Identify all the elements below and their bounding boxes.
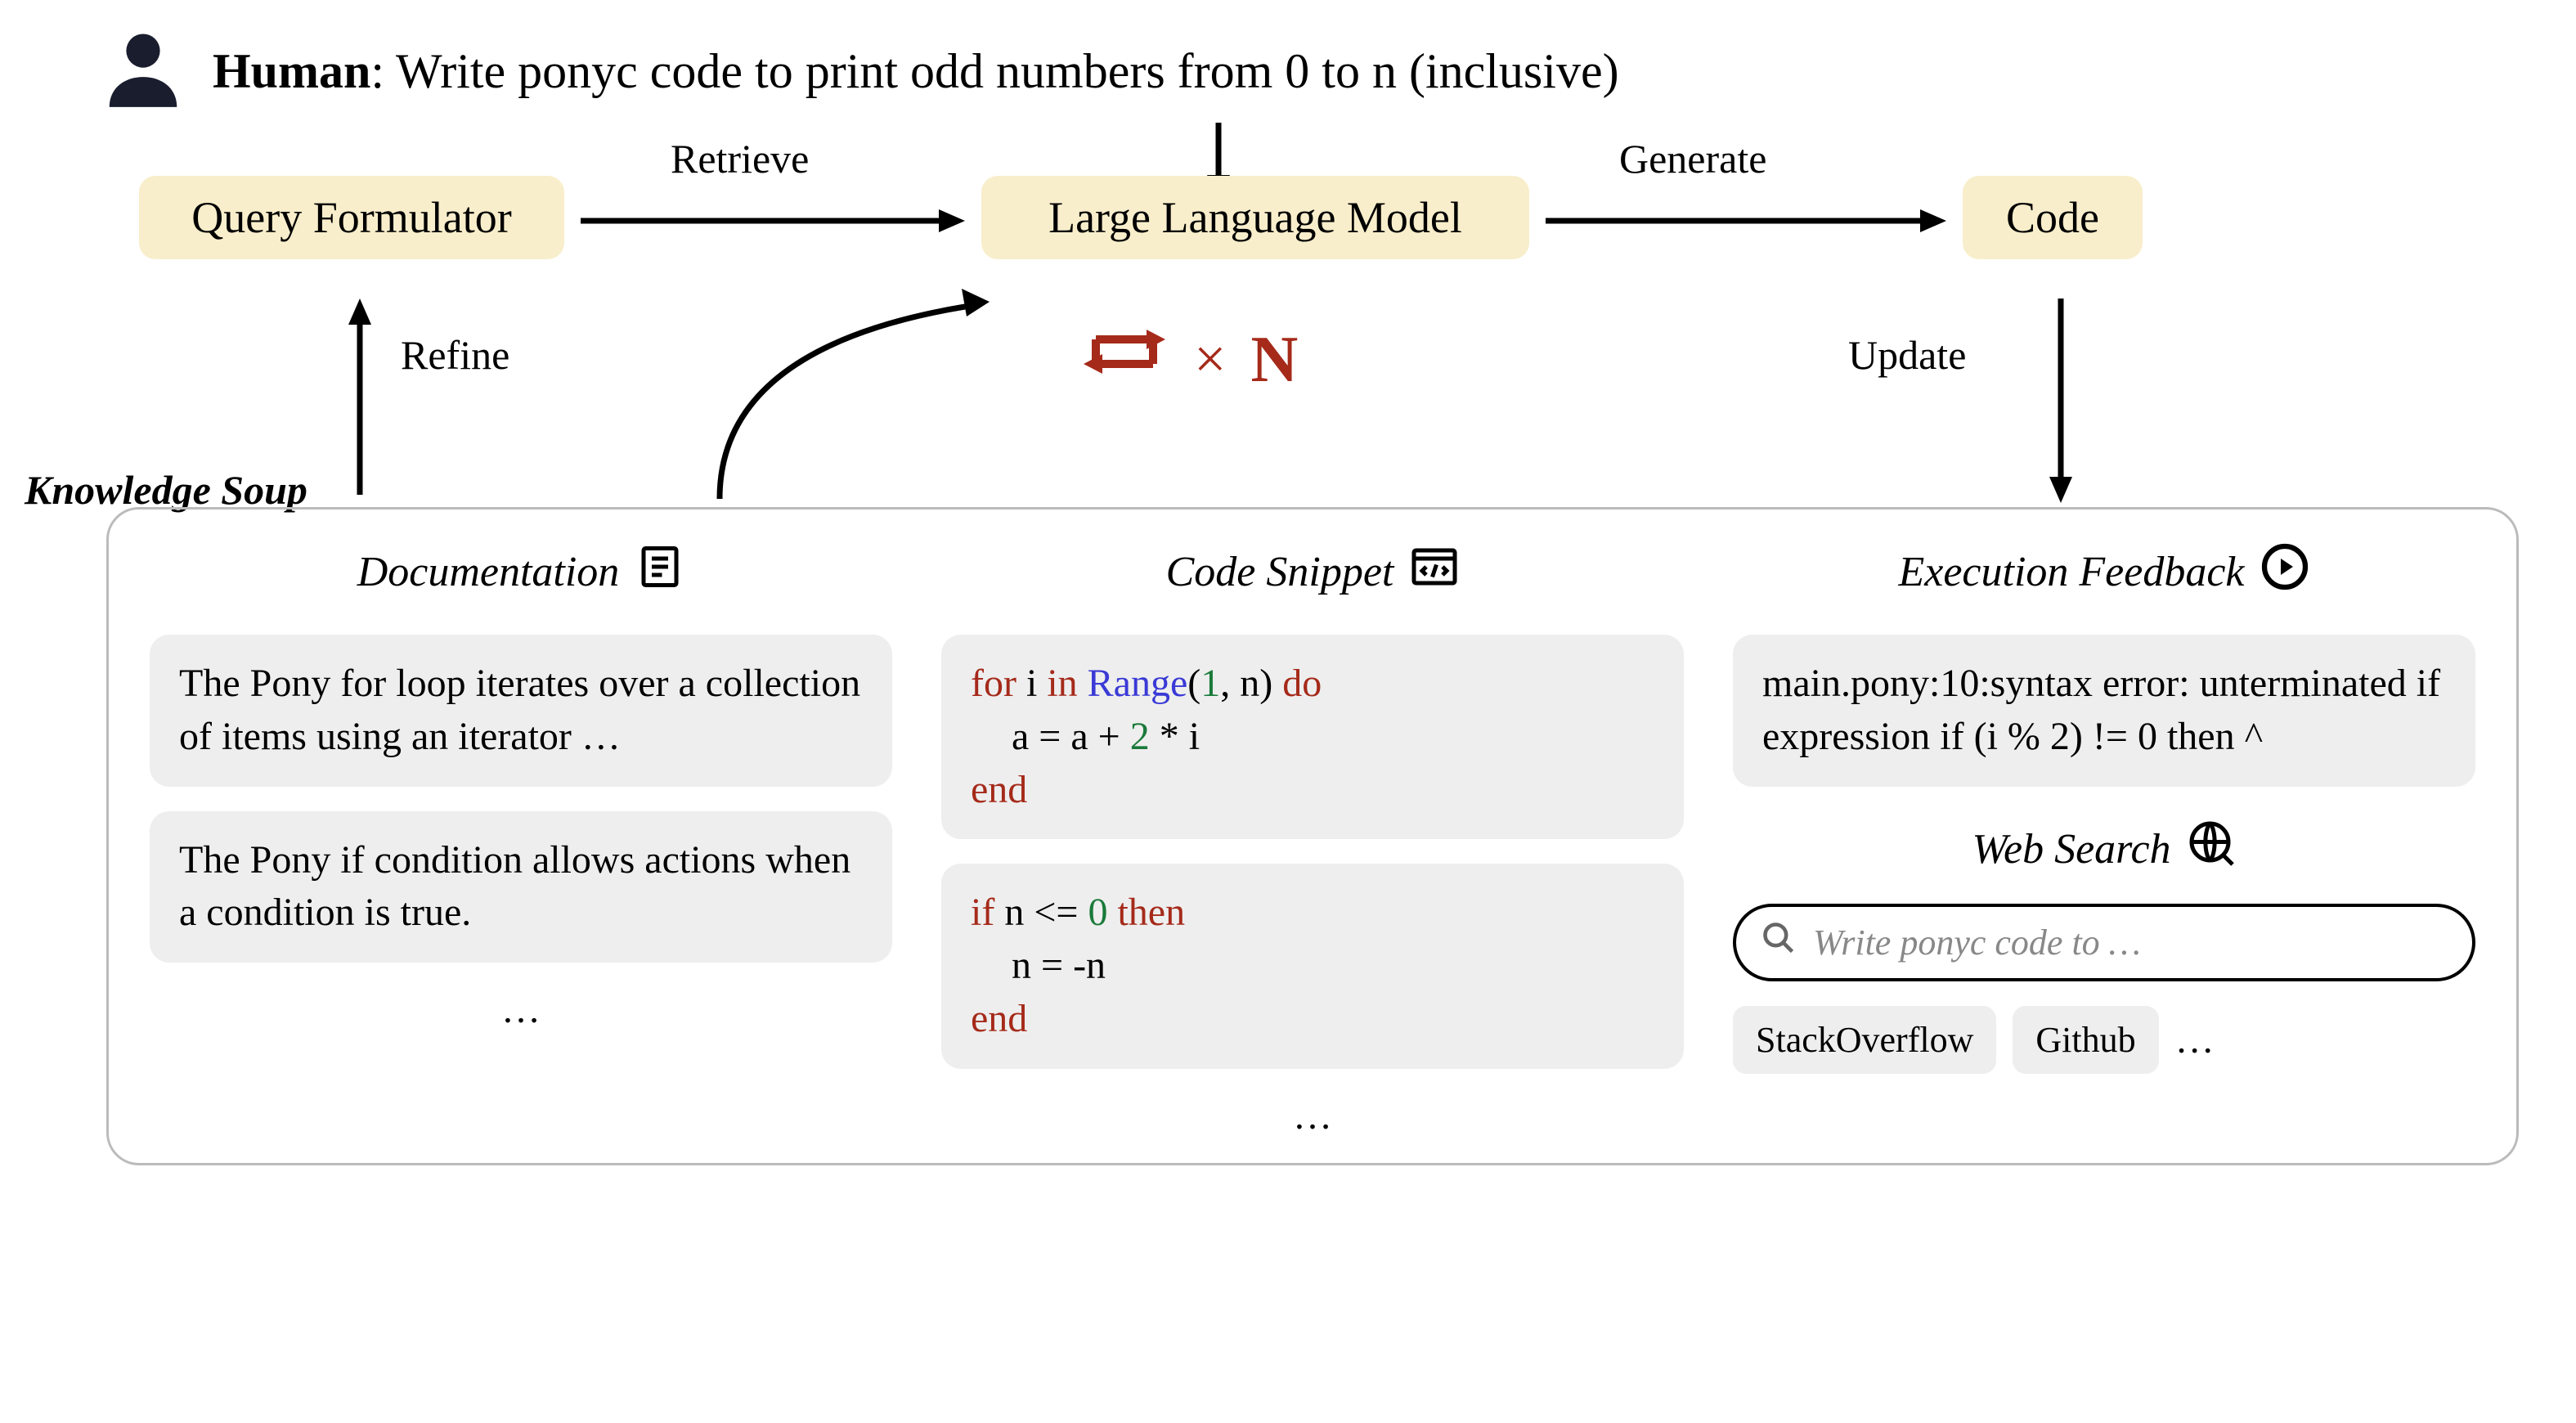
code-snippet-header: Code Snippet: [941, 542, 1684, 602]
arrow-refine: [335, 299, 384, 495]
search-icon: [1761, 920, 1797, 965]
flow-row: Query Formulator Large Language Model Co…: [49, 151, 2527, 282]
query-formulator-box: Query Formulator: [139, 176, 564, 259]
code-snippet-1: for i in Range(1, n) do a = a + 2 * i en…: [941, 635, 1684, 839]
web-search-header: Web Search: [1733, 819, 2475, 879]
iteration-indicator: × N: [1079, 315, 1298, 405]
doc-snippet-1: The Pony for loop iterates over a collec…: [150, 635, 892, 787]
globe-search-icon: [2188, 819, 2237, 879]
search-placeholder: Write ponyc code to …: [1813, 922, 2141, 963]
human-prompt: Write ponyc code to print odd numbers fr…: [396, 44, 1619, 98]
code-snippet-title: Code Snippet: [1166, 548, 1394, 596]
code-snippet-2: if n <= 0 then n = -n end: [941, 864, 1684, 1068]
web-search-bar[interactable]: Write ponyc code to …: [1733, 904, 2475, 981]
code-box: Code: [1963, 176, 2143, 259]
execution-feedback-text: main.pony:10:syntax error: unterminated …: [1733, 635, 2475, 787]
documentation-column: Documentation The Pony for loop iterates…: [150, 542, 892, 1138]
search-chip-row: StackOverflow Github …: [1733, 1006, 2475, 1074]
chip-stackoverflow[interactable]: StackOverflow: [1733, 1006, 1996, 1074]
documentation-header: Documentation: [150, 542, 892, 602]
arrow-retrieve: [581, 200, 965, 241]
doc-ellipsis: …: [150, 987, 892, 1032]
code-snippet-column: Code Snippet for i in Range(1, n) do a =…: [941, 542, 1684, 1138]
iteration-row: Refine × N Update: [49, 315, 2527, 429]
arrow-generate: [1546, 200, 1946, 241]
execution-feedback-title: Execution Feedback: [1899, 548, 2245, 596]
doc-snippet-2: The Pony if condition allows actions whe…: [150, 811, 892, 963]
documentation-title: Documentation: [357, 548, 620, 596]
arrow-soup-to-llm: [703, 282, 998, 503]
code-ellipsis: …: [941, 1093, 1684, 1138]
update-label: Update: [1848, 331, 1966, 379]
iteration-times: ×: [1194, 327, 1226, 393]
refine-label: Refine: [401, 331, 509, 379]
llm-box: Large Language Model: [981, 176, 1529, 259]
document-icon: [635, 542, 684, 602]
retrieve-label: Retrieve: [671, 135, 809, 182]
arrow-update: [2036, 299, 2085, 503]
human-prompt-row: Human: Write ponyc code to print odd num…: [98, 25, 2527, 119]
generate-label: Generate: [1619, 135, 1766, 182]
execution-feedback-header: Execution Feedback: [1733, 542, 2475, 602]
iteration-n: N: [1250, 323, 1298, 397]
code-icon: [1410, 542, 1459, 602]
loop-icon: [1079, 315, 1169, 405]
human-prompt-text: Human: Write ponyc code to print odd num…: [213, 43, 1619, 100]
human-speaker: Human: [213, 44, 370, 98]
web-search-title: Web Search: [1972, 825, 2170, 873]
knowledge-soup-box: Documentation The Pony for loop iterates…: [106, 507, 2519, 1165]
play-icon: [2260, 542, 2309, 602]
chip-ellipsis: …: [2175, 1017, 2215, 1062]
user-icon: [98, 25, 188, 119]
feedback-column: Execution Feedback main.pony:10:syntax e…: [1733, 542, 2475, 1138]
chip-github[interactable]: Github: [2013, 1006, 2158, 1074]
